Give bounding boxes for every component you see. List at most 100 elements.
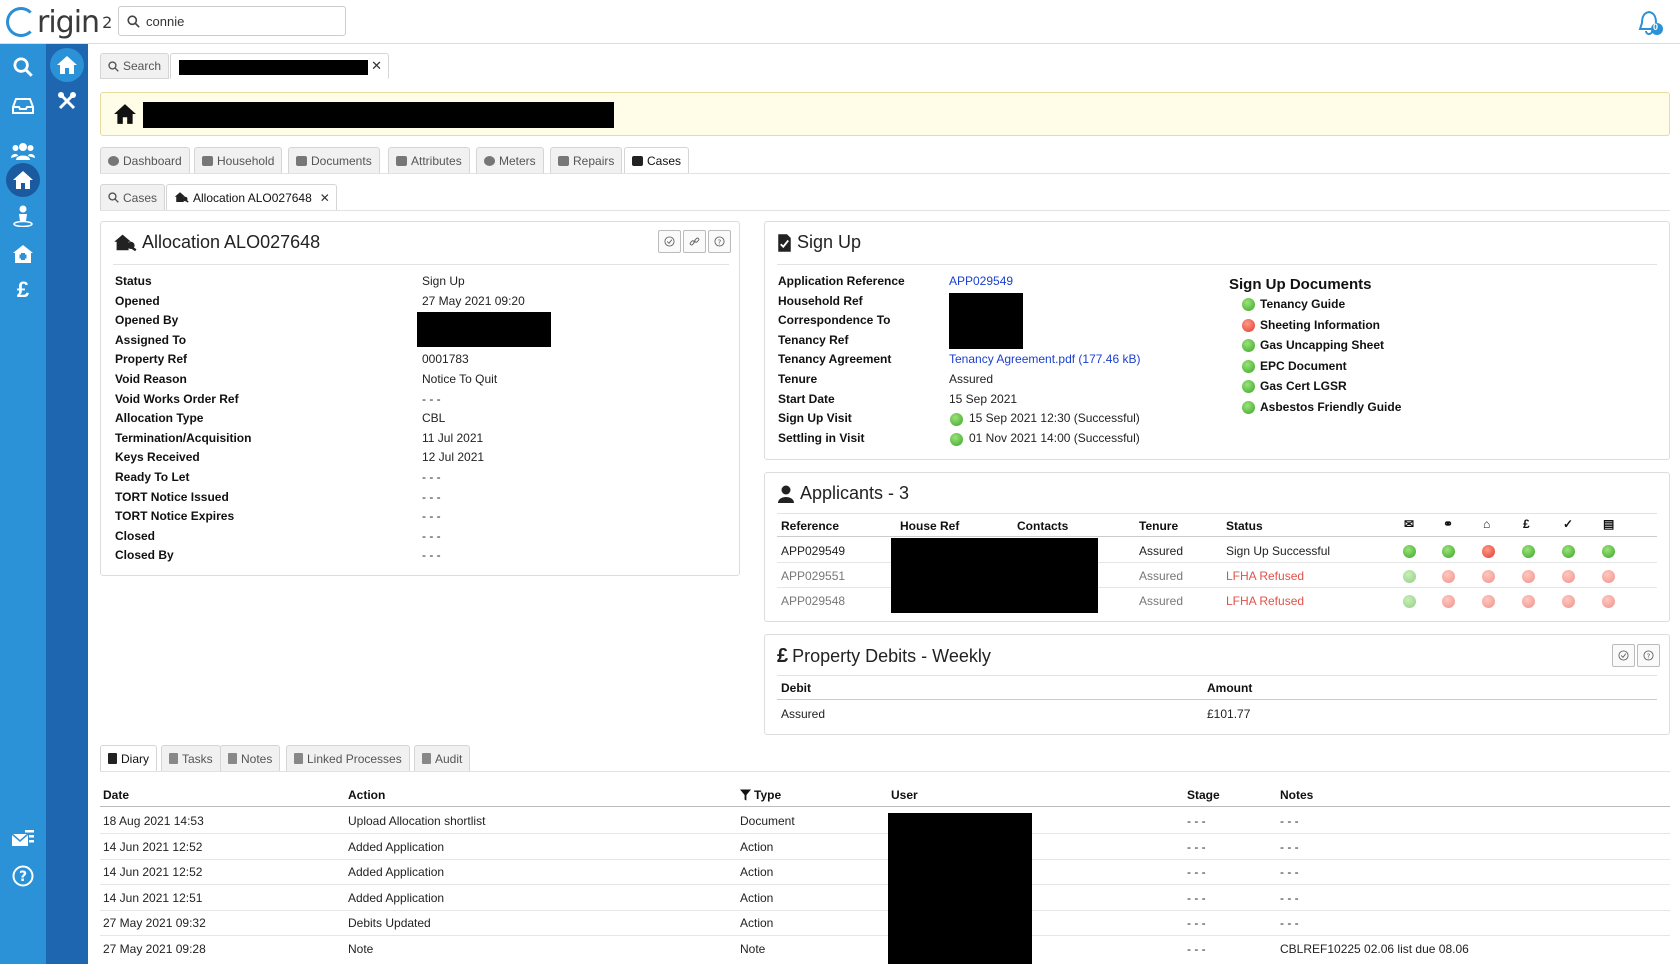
tab-cases[interactable]: Cases <box>624 147 690 174</box>
mail-list-icon[interactable] <box>6 822 40 856</box>
status-dot <box>1482 595 1495 608</box>
help-icon[interactable]: ? <box>6 859 40 893</box>
row-divider <box>100 833 1670 834</box>
folder-icon <box>296 155 307 166</box>
applicant-reference[interactable]: APP029549 <box>781 544 845 558</box>
pound-icon: £ <box>777 645 789 667</box>
link-icon <box>689 237 700 246</box>
applicant-reference[interactable]: APP029551 <box>781 569 845 583</box>
applicant-reference[interactable]: APP029548 <box>781 594 845 608</box>
close-icon[interactable]: ✕ <box>371 58 382 74</box>
tab-cases[interactable]: Cases <box>100 184 166 211</box>
help-button[interactable]: ? <box>1637 644 1660 667</box>
signup-doc[interactable]: Tenancy Guide <box>1260 297 1345 311</box>
notifications-bell-icon[interactable]: 0 <box>1636 8 1666 38</box>
diary-stage: - - - <box>1187 865 1206 880</box>
svg-text:?: ? <box>19 869 27 885</box>
field-label: Sign Up Visit <box>778 411 852 426</box>
status-button[interactable] <box>658 230 681 253</box>
field-value: - - - <box>422 391 441 406</box>
pound-icon[interactable]: £ <box>6 273 40 307</box>
global-search-input[interactable] <box>146 13 336 29</box>
redacted-block <box>891 538 1098 613</box>
status-dot <box>1522 545 1535 558</box>
col-status: Status <box>1226 519 1263 533</box>
person-icon[interactable] <box>6 199 40 233</box>
document-icon: ▤ <box>1603 517 1615 531</box>
diary-type: Note <box>740 942 766 956</box>
home-icon <box>114 104 136 124</box>
tab-record[interactable]: ✕ <box>170 53 389 79</box>
diary-action[interactable]: Debits Updated <box>348 916 431 930</box>
status-dot <box>1403 595 1416 608</box>
applicant-status: LFHA Refused <box>1226 594 1305 608</box>
field-label: Settling in Visit <box>778 430 865 445</box>
svg-text:?: ? <box>1647 651 1651 660</box>
tools-icon[interactable] <box>50 84 84 118</box>
applicants-title-text: Applicants - 3 <box>800 483 910 503</box>
tab-dashboard[interactable]: Dashboard <box>100 147 190 174</box>
diary-type: Action <box>740 839 774 854</box>
diary-notes: - - - <box>1280 916 1299 931</box>
tab-household[interactable]: Household <box>194 147 283 174</box>
field-link[interactable]: Tenancy Agreement.pdf (177.46 kB) <box>949 352 1140 366</box>
status-dot <box>1242 380 1255 393</box>
house-plus-icon[interactable] <box>6 237 40 271</box>
tab-audit[interactable]: Audit <box>414 745 471 772</box>
status-button[interactable] <box>1612 644 1635 667</box>
tab-label: Meters <box>499 153 536 168</box>
status-dot <box>950 413 963 427</box>
diary-action[interactable]: Upload Allocation shortlist <box>348 814 485 828</box>
field-label: Correspondence To <box>778 313 891 328</box>
tab-tasks[interactable]: Tasks <box>161 745 221 772</box>
field-link[interactable]: APP029549 <box>949 274 1013 288</box>
origin-logo[interactable]: rigin 2 <box>6 4 112 40</box>
redacted-block <box>179 60 368 75</box>
tab-documents[interactable]: Documents <box>288 147 380 174</box>
signup-doc[interactable]: Asbestos Friendly Guide <box>1260 400 1401 414</box>
redacted-block <box>888 813 1032 964</box>
diary-action[interactable]: Note <box>348 942 373 956</box>
diary-date: 18 Aug 2021 14:53 <box>103 814 204 828</box>
signup-doc[interactable]: Sheeting Information <box>1260 318 1380 332</box>
signup-doc[interactable]: EPC Document <box>1260 359 1347 373</box>
tab-linked-processes[interactable]: Linked Processes <box>286 745 410 772</box>
field-label: Opened <box>115 293 160 308</box>
field-label: Ready To Let <box>115 470 190 484</box>
diary-action[interactable]: Added Application <box>348 840 444 854</box>
search-icon[interactable] <box>6 50 40 84</box>
status-dot <box>1602 595 1615 608</box>
tab-label: Linked Processes <box>307 751 402 766</box>
global-search[interactable] <box>118 6 346 36</box>
tab-notes[interactable]: Notes <box>220 745 281 772</box>
diary-action[interactable]: Added Application <box>348 891 444 905</box>
tab-label: Cases <box>647 153 682 168</box>
tab-diary[interactable]: Diary <box>100 745 158 772</box>
home-icon: ⌂ <box>1483 517 1491 531</box>
field-value: CBL <box>422 411 446 426</box>
status-dot <box>1602 570 1615 583</box>
signup-title-text: Sign Up <box>797 232 862 252</box>
tab-allocation[interactable]: Allocation ALO027648 ✕ <box>166 184 337 211</box>
diary-date: 14 Jun 2021 12:52 <box>103 839 203 854</box>
col-type[interactable]: Type <box>740 788 781 802</box>
inbox-icon[interactable] <box>6 89 40 123</box>
tab-meters[interactable]: Meters <box>476 147 544 174</box>
tab-search[interactable]: Search <box>100 53 170 79</box>
home-icon[interactable] <box>50 48 84 82</box>
col-action: Action <box>348 788 386 802</box>
diary-action[interactable]: Added Application <box>348 865 444 879</box>
status-dot <box>1522 595 1535 608</box>
close-icon[interactable]: ✕ <box>320 191 330 205</box>
help-button[interactable]: ? <box>708 230 731 253</box>
divider <box>100 173 1670 174</box>
signup-doc[interactable]: Gas Uncapping Sheet <box>1260 338 1384 352</box>
tab-repairs[interactable]: Repairs <box>550 147 623 174</box>
home-icon[interactable] <box>6 163 40 197</box>
signup-doc[interactable]: Gas Cert LGSR <box>1260 379 1347 393</box>
tab-attributes[interactable]: Attributes <box>388 147 470 174</box>
link-button[interactable] <box>683 230 706 253</box>
primary-sidebar: £ ? <box>0 44 46 964</box>
row-divider <box>100 909 1670 911</box>
status-dot <box>1602 545 1615 558</box>
